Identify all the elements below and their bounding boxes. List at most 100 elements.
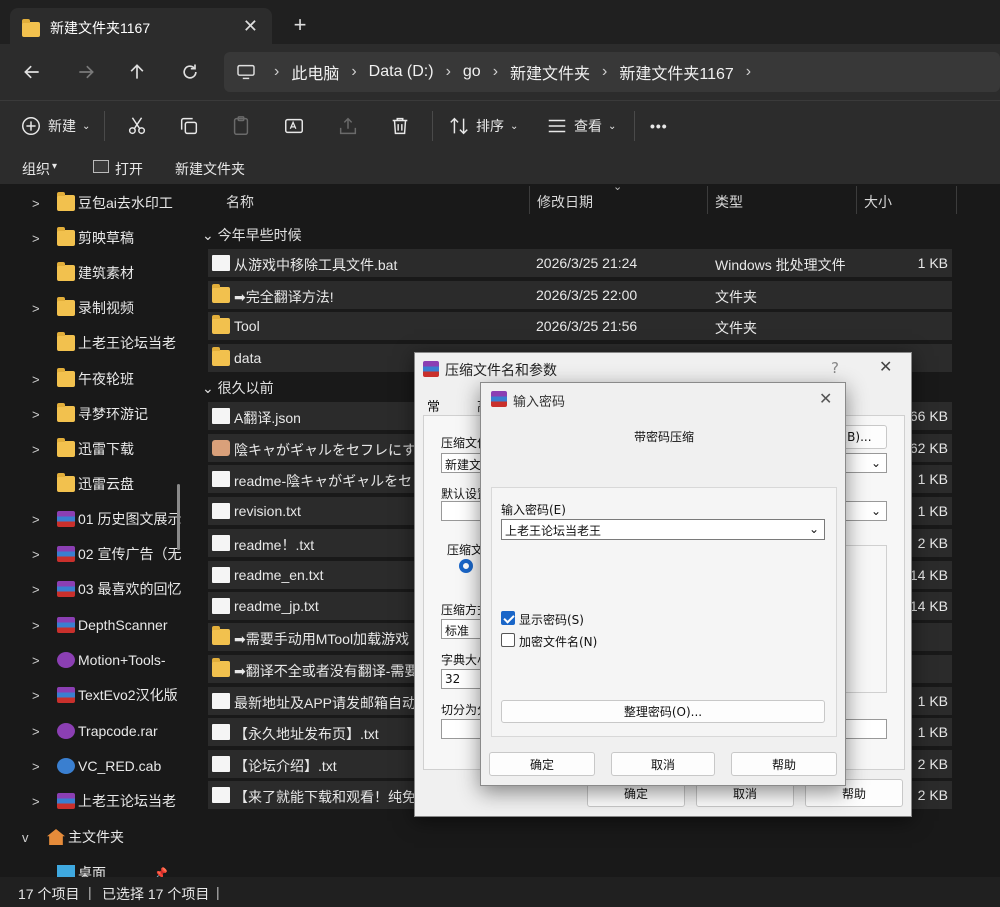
dictionary-size-select[interactable]: 32 <box>441 669 485 689</box>
share-button[interactable] <box>337 113 359 139</box>
sidebar-item[interactable]: > 午夜轮班 <box>0 362 184 396</box>
folder-icon <box>212 284 230 303</box>
ok-button[interactable]: 确定 <box>489 752 595 776</box>
sidebar-item[interactable]: > Motion+Tools- <box>0 643 184 677</box>
doc-icon <box>212 724 230 740</box>
arrow-up-icon[interactable] <box>125 60 149 84</box>
folder-icon <box>57 473 75 492</box>
paste-button[interactable] <box>230 113 252 139</box>
cancel-button[interactable]: 取消 <box>611 752 715 776</box>
organize-menu[interactable]: 组织 <box>22 159 50 179</box>
sidebar-item[interactable]: 上老王论坛当老 <box>0 326 184 360</box>
sidebar-item[interactable]: > 剪映草稿 <box>0 221 184 255</box>
close-icon[interactable]: ✕ <box>819 389 832 408</box>
file-row[interactable]: 从游戏中移除工具文件.bat 2026/3/25 21:24 Windows 批处理… <box>208 249 952 277</box>
more-options-button[interactable]: ••• <box>650 113 668 139</box>
column-size[interactable]: 大小 <box>864 192 892 224</box>
command-bar: 新建 ⌄ 排序 ⌄ 查看 ⌄ ••• <box>0 100 1000 150</box>
close-tab-icon[interactable]: ✕ <box>243 16 258 37</box>
tab-current-folder[interactable]: 新建文件夹1167 ✕ <box>10 8 272 48</box>
folder-icon <box>212 315 230 334</box>
sidebar-item-desktop[interactable]: 桌面 📌 <box>0 856 184 877</box>
winrar-icon <box>423 361 439 377</box>
sidebar-item[interactable]: 迅雷云盘 <box>0 467 184 501</box>
column-date[interactable]: 修改日期 <box>537 192 593 224</box>
sidebar-item[interactable]: > 迅雷下载 <box>0 432 184 466</box>
copy-icon <box>180 117 198 135</box>
group-header-old[interactable]: ⌄ 很久以前 <box>202 378 274 398</box>
sidebar-item-home[interactable]: v 主文件夹 <box>0 820 184 854</box>
show-password-checkbox[interactable] <box>501 611 515 625</box>
doc-icon <box>212 598 230 614</box>
group-header-recent[interactable]: ⌄ 今年早些时候 <box>202 225 302 245</box>
sidebar-item[interactable]: > Trapcode.rar <box>0 714 184 748</box>
open-button[interactable]: 打开 <box>115 159 143 179</box>
copy-button[interactable] <box>178 113 200 139</box>
new-folder-button[interactable]: 新建文件夹 <box>175 159 245 179</box>
view-button[interactable]: 查看 ⌄ <box>546 113 616 139</box>
sidebar-item[interactable]: > VC_RED.cab <box>0 749 184 783</box>
home-icon <box>47 829 65 845</box>
sidebar-scrollbar[interactable] <box>177 484 180 550</box>
sort-chevron-icon: ⌄ <box>613 181 623 193</box>
open-icon <box>93 160 109 173</box>
compression-method-select[interactable]: 标准 <box>441 619 485 639</box>
format-radio[interactable] <box>459 559 473 573</box>
image-icon <box>212 440 230 456</box>
cab-icon <box>57 758 75 774</box>
rar-icon <box>57 652 75 668</box>
folder-icon <box>57 368 75 387</box>
delete-button[interactable] <box>389 113 411 139</box>
encrypt-filenames-checkbox[interactable] <box>501 633 515 647</box>
password-dialog: 输入密码 ✕ 带密码压缩 输入密码(E) 上老王论坛当老王 ⌄ 显示密码(S) 加… <box>480 382 846 786</box>
doc-icon <box>212 408 230 424</box>
help-question-icon[interactable]: ? <box>831 359 839 377</box>
arrow-left-icon[interactable] <box>20 60 44 84</box>
breadcrumb-2[interactable]: go <box>463 63 481 81</box>
sort-button[interactable]: 排序 ⌄ <box>448 113 518 139</box>
file-row[interactable]: ➡完全翻译方法! 2026/3/25 22:00 文件夹 <box>208 281 952 309</box>
folder-icon <box>57 332 75 351</box>
sidebar-item[interactable]: >03 最喜欢的回忆 <box>0 572 184 606</box>
file-row[interactable]: Tool 2026/3/25 21:56 文件夹 <box>208 312 952 340</box>
status-bar: 17 个项目 | 已选择 17 个项目 | <box>0 877 1000 907</box>
sidebar-item[interactable]: > 录制视频 <box>0 291 184 325</box>
sidebar-item[interactable]: > 上老王论坛当老 <box>0 784 184 818</box>
column-type[interactable]: 类型 <box>715 192 743 224</box>
view-list-icon <box>548 119 566 133</box>
arrow-right-icon[interactable] <box>74 60 98 84</box>
folder-icon <box>57 403 75 422</box>
sidebar-item[interactable]: >01 历史图文展示 <box>0 502 184 536</box>
sidebar-item[interactable]: 建筑素材 <box>0 256 184 290</box>
sidebar-item[interactable]: > TextEvo2汉化版 <box>0 678 184 712</box>
split-volumes-input[interactable] <box>441 719 485 739</box>
winrar-icon <box>491 391 507 407</box>
refresh-icon[interactable] <box>178 60 202 84</box>
sidebar-item[interactable]: >02 宣传广告（无 <box>0 537 184 571</box>
sidebar-item[interactable]: > 豆包ai去水印工 <box>0 186 184 220</box>
folder-icon <box>22 18 40 37</box>
new-button[interactable]: 新建 ⌄ <box>20 113 90 139</box>
breadcrumb-3[interactable]: 新建文件夹 <box>510 60 590 84</box>
breadcrumb-1[interactable]: Data (D:) <box>369 63 434 81</box>
chevron-down-icon[interactable]: ⌄ <box>809 522 819 536</box>
breadcrumb-4[interactable]: 新建文件夹1167 <box>619 60 733 84</box>
selected-count: 已选择 17 个项目 <box>102 886 210 902</box>
organize-passwords-button[interactable]: 整理密码(O)... <box>501 700 825 723</box>
breadcrumb-0[interactable]: 此电脑 <box>291 60 339 84</box>
rar-icon <box>57 723 75 739</box>
password-input[interactable]: 上老王论坛当老王 ⌄ <box>501 519 825 540</box>
help-button[interactable]: 帮助 <box>731 752 837 776</box>
rar-icon <box>57 546 75 562</box>
column-name[interactable]: 名称 <box>226 192 254 224</box>
navigation-pane: > 豆包ai去水印工 > 剪映草稿 建筑素材 > 录制视频 上老王论坛当老 > 午夜轮班… <box>0 184 184 877</box>
rename-button[interactable] <box>283 113 305 139</box>
new-tab-button[interactable]: + <box>288 12 312 38</box>
close-icon[interactable]: ✕ <box>879 357 892 376</box>
sidebar-item[interactable]: > DepthScanner <box>0 608 184 642</box>
dialog-heading: 带密码压缩 <box>633 430 694 444</box>
scissors-icon <box>128 117 146 135</box>
sidebar-item[interactable]: > 寻梦环游记 <box>0 397 184 431</box>
address-bar[interactable]: › 此电脑 › Data (D:) › go › 新建文件夹 › 新建文件夹11… <box>224 52 1000 92</box>
cut-button[interactable] <box>126 113 148 139</box>
